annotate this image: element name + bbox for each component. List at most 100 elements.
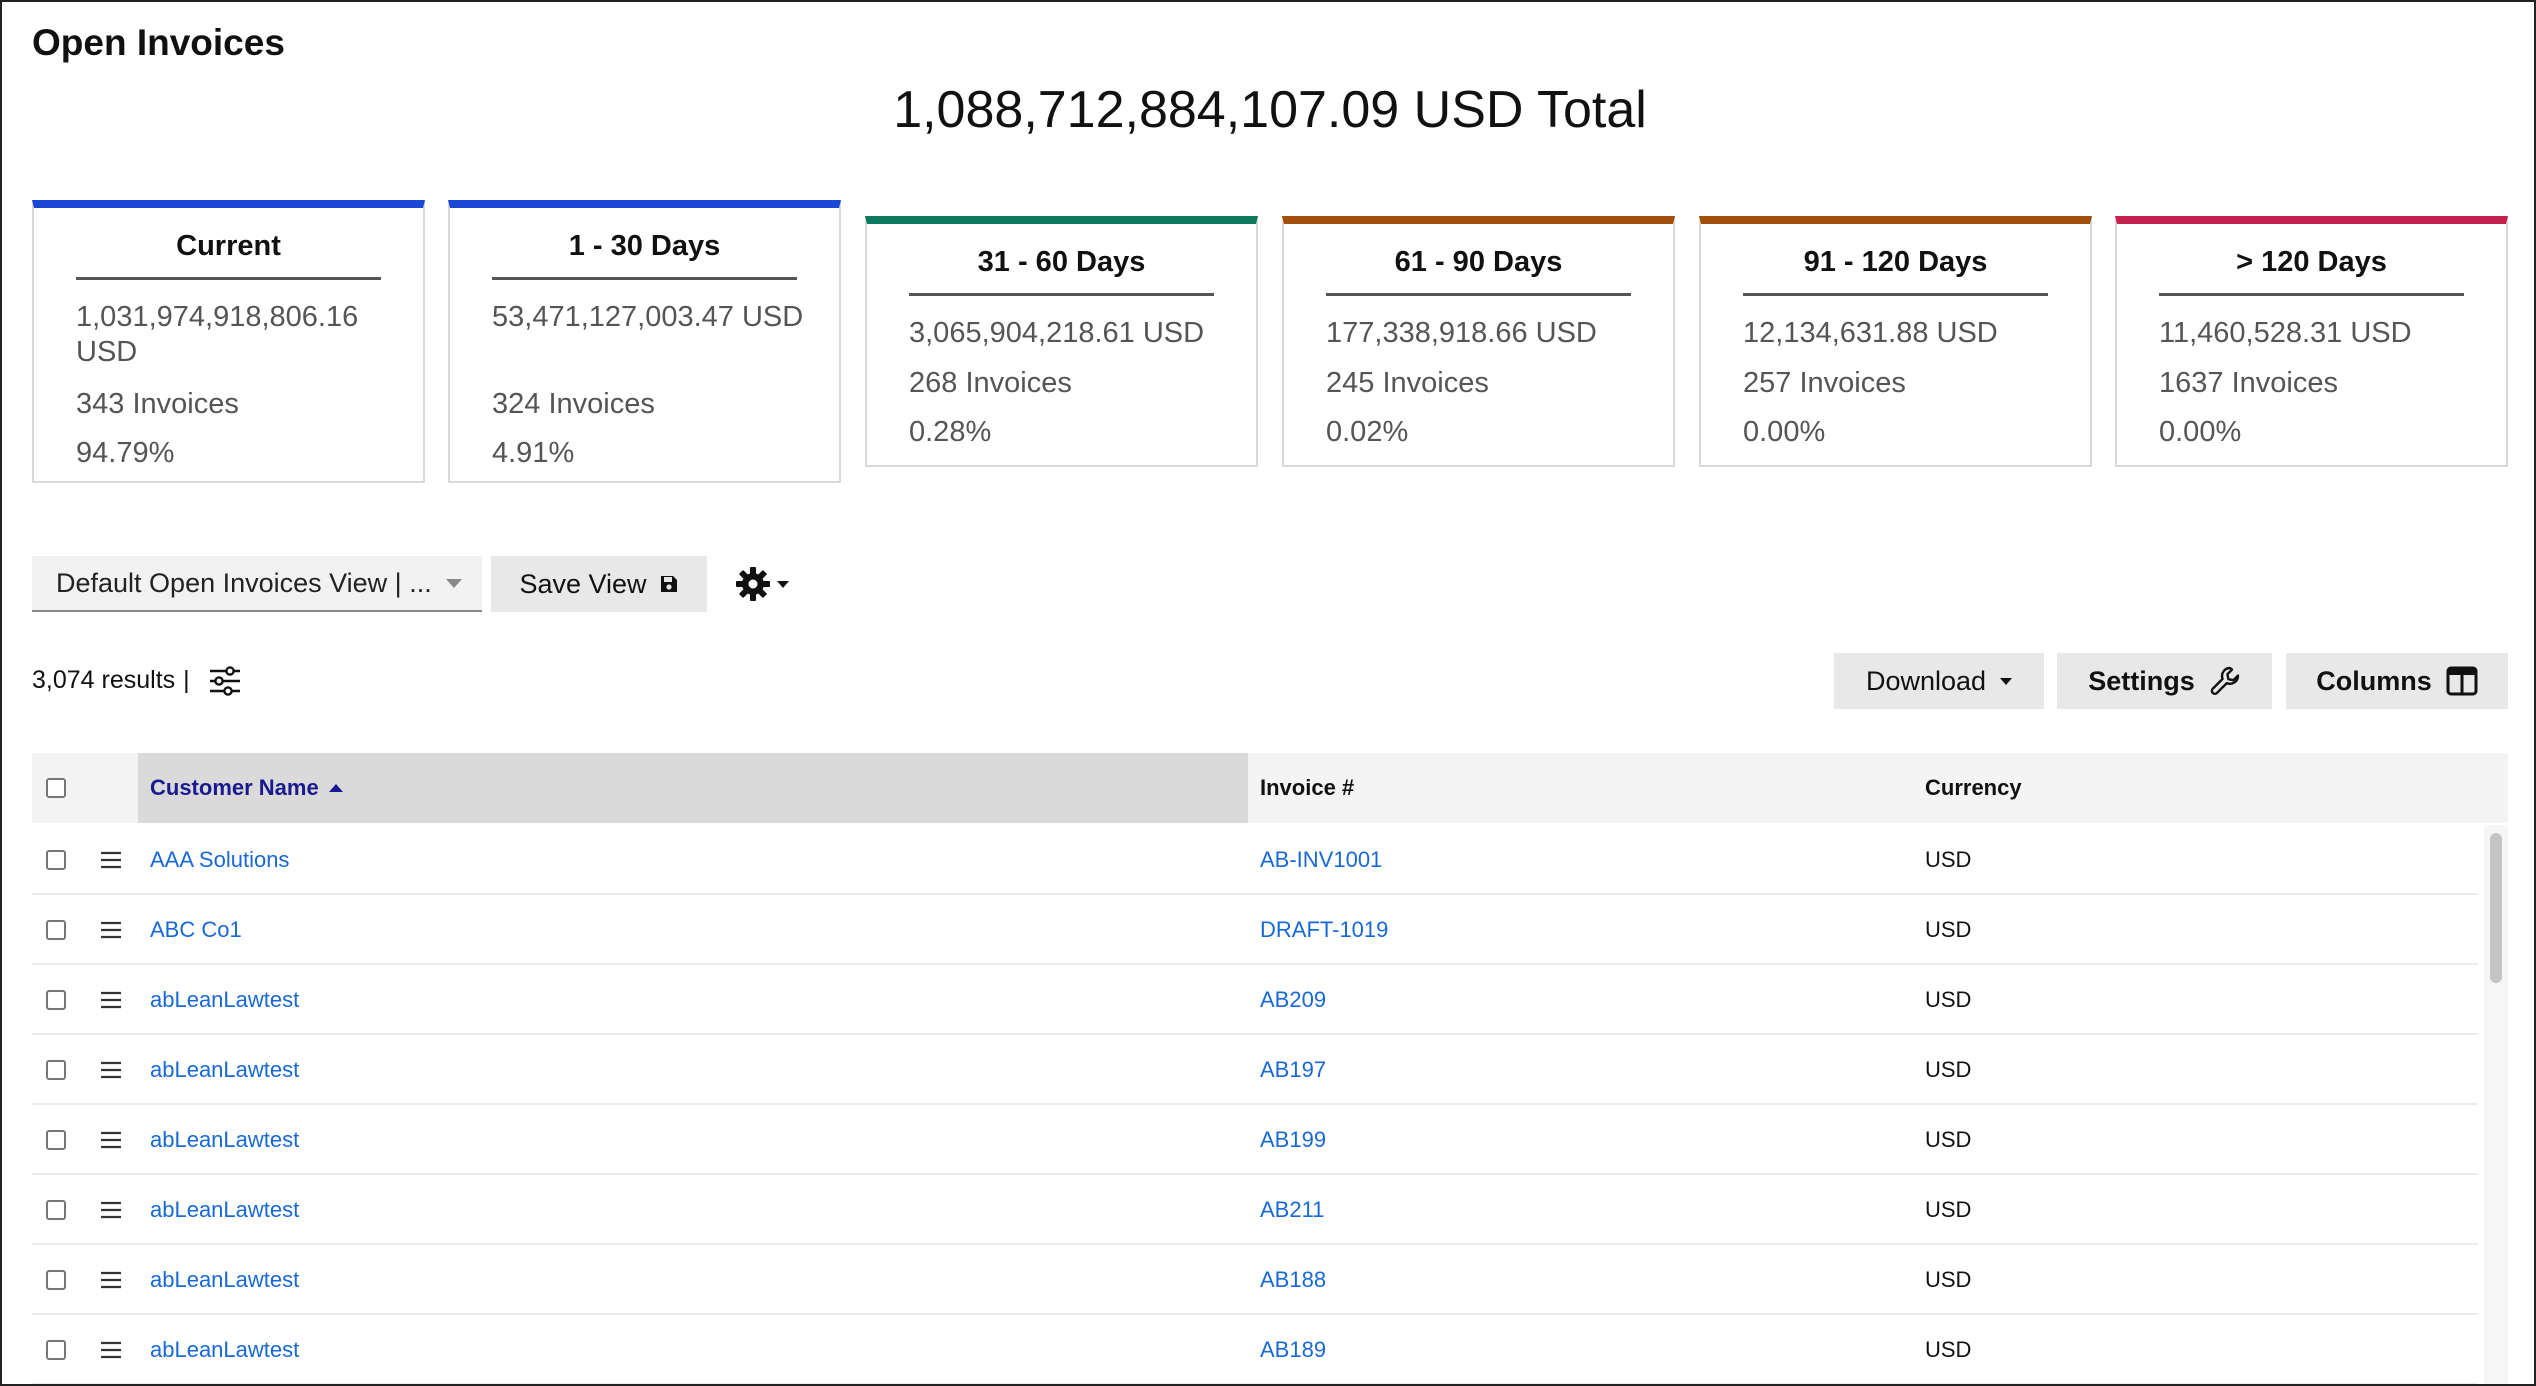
table-row[interactable]: abLeanLawtest AB188 USD [32, 1245, 2478, 1315]
aging-card-current[interactable]: Current 1,031,974,918,806.16 USD 343 Inv… [32, 200, 425, 483]
aging-card-61-90-days[interactable]: 61 - 90 Days 177,338,918.66 USD 245 Invo… [1282, 216, 1675, 467]
row-select-cell [46, 1035, 66, 1105]
aging-card-count: 324 Invoices [492, 388, 655, 420]
invoice-number-link[interactable]: AB-INV1001 [1260, 825, 1382, 895]
aging-card-amount: 177,338,918.66 USD [1326, 317, 1597, 349]
row-select-cell [46, 1315, 66, 1384]
table-row[interactable]: ABC Co1 DRAFT-1019 USD [32, 895, 2478, 965]
customer-name-link[interactable]: abLeanLawtest [150, 1315, 299, 1384]
caret-down-icon [446, 579, 462, 588]
view-select[interactable]: Default Open Invoices View | ... [32, 556, 482, 612]
currency-cell: USD [1925, 917, 1972, 942]
column-header-label: Currency [1925, 775, 2022, 800]
column-header-customer-name[interactable]: Customer Name [150, 753, 343, 823]
view-options-button[interactable] [735, 564, 797, 604]
invoice-number-link[interactable]: AB197 [1260, 1035, 1326, 1105]
row-menu-icon[interactable] [100, 1061, 122, 1079]
page-title: Open Invoices [32, 22, 285, 63]
aging-card-title: 91 - 120 Days [1743, 246, 2048, 296]
aging-card-percent: 0.00% [2159, 416, 2242, 448]
customer-name-link[interactable]: abLeanLawtest [150, 965, 299, 1035]
customer-name-link[interactable]: AAA Solutions [150, 825, 289, 895]
invoice-number-link[interactable]: AB209 [1260, 965, 1326, 1035]
results-separator: | [183, 666, 190, 694]
column-header-invoice-number[interactable]: Invoice # [1260, 753, 1354, 823]
invoice-number-link[interactable]: DRAFT-1019 [1260, 895, 1388, 965]
aging-card-91-120-days[interactable]: 91 - 120 Days 12,134,631.88 USD 257 Invo… [1699, 216, 2092, 467]
row-menu-icon[interactable] [100, 851, 122, 869]
row-menu-icon[interactable] [100, 1201, 122, 1219]
aging-card-title: 1 - 30 Days [492, 230, 797, 280]
table-row[interactable]: abLeanLawtest AB199 USD [32, 1105, 2478, 1175]
scrollbar-thumb[interactable] [2490, 833, 2502, 983]
aging-card-percent: 0.02% [1326, 416, 1409, 448]
row-menu-cell [100, 1175, 122, 1245]
columns-button[interactable]: Columns [2286, 653, 2508, 709]
sort-ascending-icon [328, 784, 343, 792]
row-menu-cell [100, 895, 122, 965]
aging-card-title: > 120 Days [2159, 246, 2464, 296]
invoice-number-link[interactable]: AB199 [1260, 1105, 1326, 1175]
select-all-checkbox[interactable] [46, 778, 66, 798]
row-menu-cell [100, 1105, 122, 1175]
table-row[interactable]: AAA Solutions AB-INV1001 USD [32, 825, 2478, 895]
column-header-currency[interactable]: Currency [1925, 753, 2022, 823]
invoice-number-link[interactable]: AB188 [1260, 1245, 1326, 1315]
column-header-label: Customer Name [150, 775, 319, 800]
save-view-button[interactable]: Save View [491, 556, 707, 612]
row-checkbox[interactable] [46, 920, 66, 940]
aging-card-count: 268 Invoices [909, 367, 1072, 399]
aging-card-percent: 0.28% [909, 416, 992, 448]
invoice-number-link[interactable]: AB189 [1260, 1315, 1326, 1384]
filter-sliders-icon[interactable] [208, 664, 242, 698]
row-checkbox[interactable] [46, 990, 66, 1010]
row-select-cell [46, 1175, 66, 1245]
aging-card-percent: 4.91% [492, 437, 575, 469]
aging-card-count: 245 Invoices [1326, 367, 1489, 399]
row-checkbox[interactable] [46, 850, 66, 870]
row-select-cell [46, 895, 66, 965]
aging-card-amount: 11,460,528.31 USD [2159, 317, 2412, 349]
customer-name-link[interactable]: ABC Co1 [150, 895, 242, 965]
grand-total: 1,088,712,884,107.09 USD Total [893, 81, 1647, 139]
aging-card-1-30-days[interactable]: 1 - 30 Days 53,471,127,003.47 USD 324 In… [448, 200, 841, 483]
row-menu-icon[interactable] [100, 1131, 122, 1149]
save-icon [660, 576, 677, 592]
table-header: Customer Name Invoice # Currency [32, 753, 2508, 823]
customer-name-link[interactable]: abLeanLawtest [150, 1035, 299, 1105]
table-row[interactable]: abLeanLawtest AB189 USD [32, 1315, 2478, 1384]
gear-icon [736, 567, 770, 601]
table-row[interactable]: abLeanLawtest AB209 USD [32, 965, 2478, 1035]
row-menu-cell [100, 1315, 122, 1384]
caret-down-icon [2000, 677, 2013, 685]
aging-card-over-120-days[interactable]: > 120 Days 11,460,528.31 USD 1637 Invoic… [2115, 216, 2508, 467]
row-menu-icon[interactable] [100, 991, 122, 1009]
customer-name-link[interactable]: abLeanLawtest [150, 1175, 299, 1245]
aging-card-31-60-days[interactable]: 31 - 60 Days 3,065,904,218.61 USD 268 In… [865, 216, 1258, 467]
invoice-number-link[interactable]: AB211 [1260, 1175, 1324, 1245]
row-checkbox[interactable] [46, 1270, 66, 1290]
download-button[interactable]: Download [1834, 653, 2044, 709]
row-checkbox[interactable] [46, 1200, 66, 1220]
aging-card-amount: 3,065,904,218.61 USD [909, 317, 1205, 349]
row-checkbox[interactable] [46, 1340, 66, 1360]
aging-card-count: 257 Invoices [1743, 367, 1906, 399]
currency-cell: USD [1925, 1197, 1972, 1222]
row-select-cell [46, 965, 66, 1035]
row-checkbox[interactable] [46, 1060, 66, 1080]
table-row[interactable]: abLeanLawtest AB197 USD [32, 1035, 2478, 1105]
aging-card-percent: 0.00% [1743, 416, 1826, 448]
results-label: 3,074 results [32, 666, 176, 694]
row-menu-icon[interactable] [100, 1341, 122, 1359]
columns-icon [2446, 666, 2478, 696]
table-row[interactable]: abLeanLawtest AB211 USD [32, 1175, 2478, 1245]
currency-cell: USD [1925, 1057, 1972, 1082]
row-menu-icon[interactable] [100, 1271, 122, 1289]
row-menu-icon[interactable] [100, 921, 122, 939]
row-checkbox[interactable] [46, 1130, 66, 1150]
table-scrollbar[interactable] [2484, 825, 2508, 1384]
customer-name-link[interactable]: abLeanLawtest [150, 1105, 299, 1175]
settings-button[interactable]: Settings [2057, 653, 2272, 709]
columns-label: Columns [2316, 665, 2432, 696]
customer-name-link[interactable]: abLeanLawtest [150, 1245, 299, 1315]
